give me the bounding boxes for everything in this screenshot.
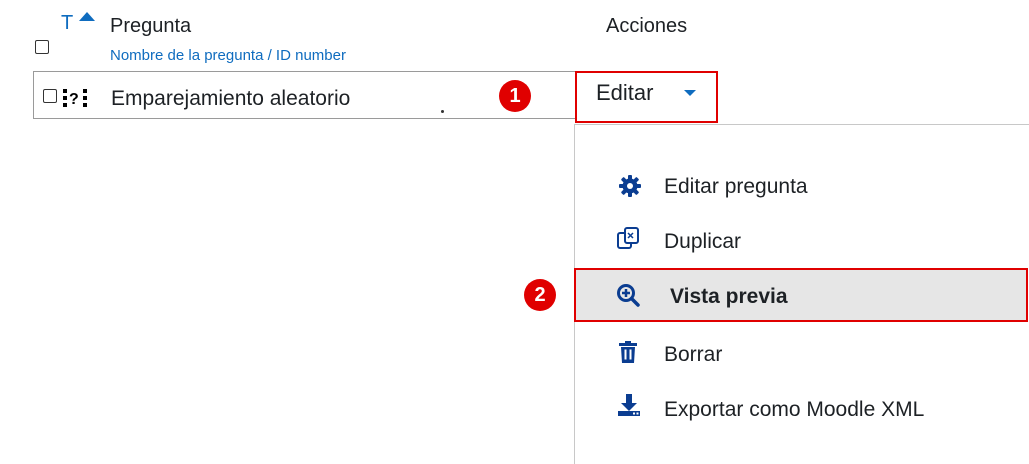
sort-toggle[interactable]: T (61, 12, 73, 34)
menu-item-borrar[interactable]: Borrar (664, 342, 722, 368)
sort-ascending-icon[interactable] (79, 12, 95, 21)
row-checkbox[interactable] (43, 89, 57, 103)
caret-down-icon (684, 90, 696, 96)
decorative-dot (441, 110, 444, 113)
question-name: Emparejamiento aleatorio (111, 87, 351, 110)
select-all-checkbox[interactable] (35, 40, 49, 54)
step-marker-2: 2 (524, 279, 556, 311)
download-icon (618, 394, 640, 416)
step-marker-1: 1 (499, 80, 531, 112)
gear-icon (619, 175, 641, 197)
column-header-name-id-link[interactable]: Nombre de la pregunta / ID number (110, 47, 346, 65)
column-header-acciones: Acciones (606, 15, 688, 37)
duplicate-icon (617, 227, 639, 249)
editar-button-label: Editar (596, 80, 654, 105)
menu-item-exportar-moodle-xml[interactable]: Exportar como Moodle XML (664, 397, 924, 423)
menu-item-vista-previa[interactable] (574, 268, 1028, 322)
zoom-in-icon (617, 284, 640, 307)
menu-item-duplicar[interactable]: Duplicar (664, 229, 741, 255)
random-match-icon: ? (63, 89, 87, 108)
menu-item-editar-pregunta[interactable]: Editar pregunta (664, 174, 808, 200)
menu-item-vista-previa-label: Vista previa (670, 285, 788, 308)
column-header-pregunta[interactable]: Pregunta (110, 14, 191, 38)
svg-text:?: ? (69, 91, 79, 108)
trash-icon (619, 341, 637, 363)
